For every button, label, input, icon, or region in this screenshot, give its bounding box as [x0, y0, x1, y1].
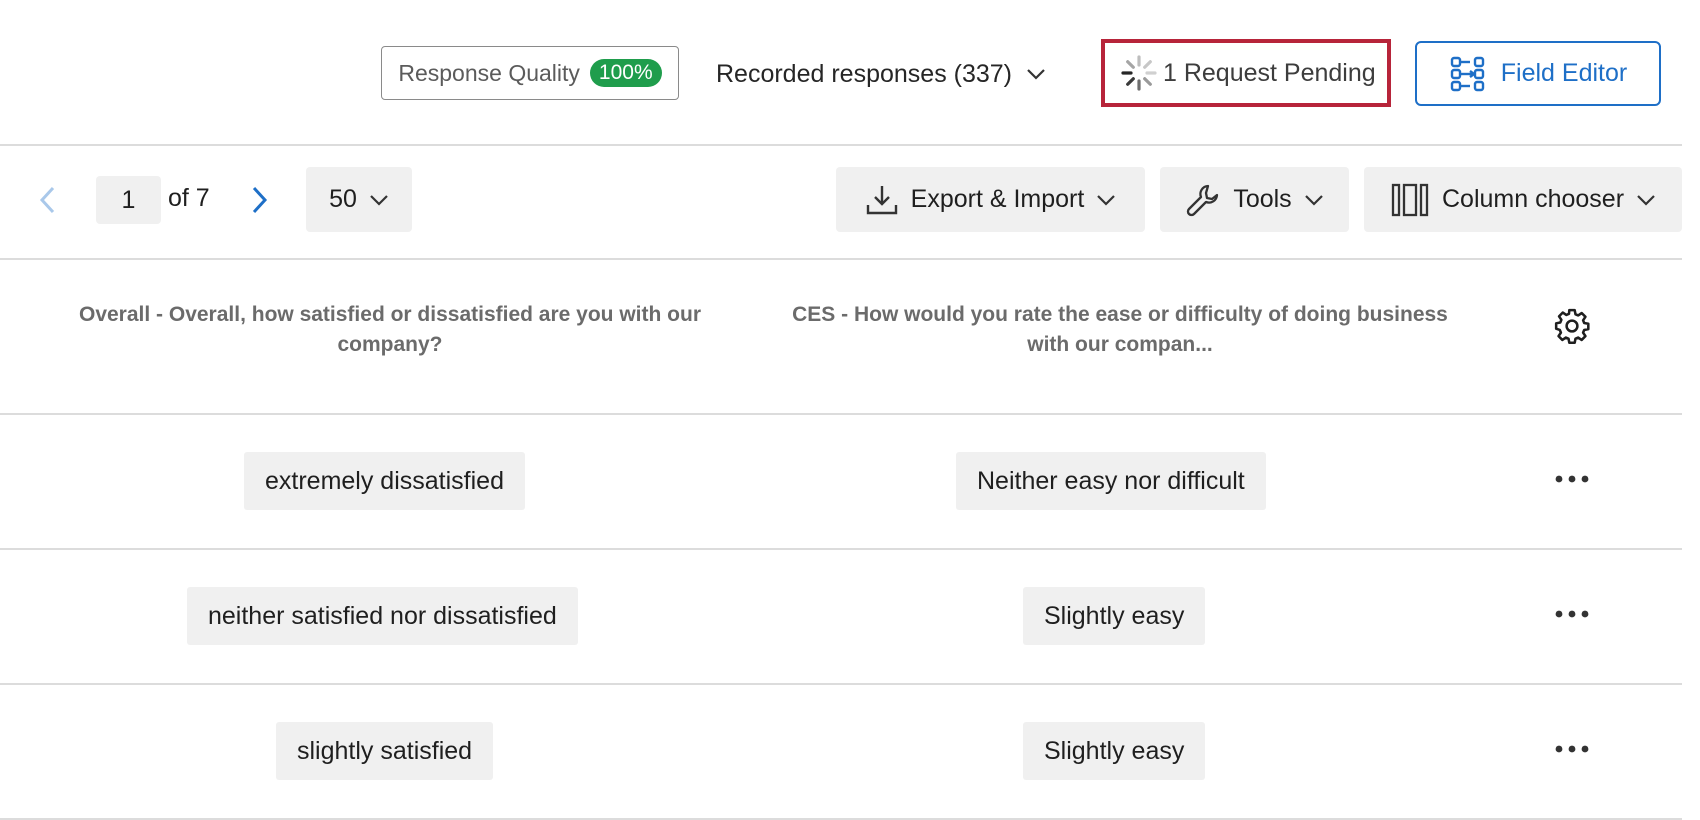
field-editor-label: Field Editor	[1500, 59, 1628, 87]
chevron-down-icon	[1637, 194, 1655, 206]
row-divider	[0, 818, 1682, 820]
tools-label: Tools	[1233, 185, 1292, 213]
request-pending-label: 1 Request Pending	[1163, 58, 1376, 87]
table-cell[interactable]: Neither easy nor difficult	[956, 452, 1266, 510]
row-actions-button[interactable]	[1552, 464, 1592, 494]
table-cell[interactable]: extremely dissatisfied	[244, 452, 525, 510]
column-chooser-button[interactable]: Column chooser	[1364, 167, 1682, 232]
wrench-icon	[1187, 184, 1219, 216]
loading-spinner-icon	[1121, 55, 1157, 91]
page-number-input[interactable]	[96, 176, 161, 224]
column-header-ces[interactable]: CES - How would you rate the ease or dif…	[770, 300, 1470, 360]
toolbar-divider	[0, 258, 1682, 260]
table-cell[interactable]: Slightly easy	[1023, 722, 1206, 780]
chevron-left-icon	[39, 186, 55, 214]
per-page-select[interactable]: 50	[306, 167, 412, 232]
response-quality-button[interactable]: Response Quality 100%	[381, 46, 679, 100]
table-cell[interactable]: Slightly easy	[1023, 587, 1206, 645]
row-divider	[0, 548, 1682, 550]
row-actions-button[interactable]	[1552, 599, 1592, 629]
page-count-label: of 7	[168, 184, 210, 212]
chevron-right-icon	[252, 186, 268, 214]
response-quality-badge: 100%	[589, 59, 662, 87]
column-header-overall[interactable]: Overall - Overall, how satisfied or diss…	[70, 300, 710, 360]
field-editor-icon	[1450, 56, 1484, 91]
chevron-down-icon	[1027, 69, 1045, 80]
row-actions-button[interactable]	[1552, 734, 1592, 764]
chevron-down-icon	[1097, 194, 1116, 206]
export-import-button[interactable]: Export & Import	[836, 167, 1145, 232]
more-horizontal-icon	[1555, 610, 1589, 618]
column-chooser-label: Column chooser	[1441, 185, 1625, 213]
table-settings-button[interactable]	[1552, 306, 1592, 346]
table-cell[interactable]: slightly satisfied	[276, 722, 494, 780]
header-divider	[0, 144, 1682, 146]
recorded-responses-dropdown[interactable]: Recorded responses (337)	[716, 54, 1046, 94]
header-row-divider	[0, 413, 1682, 415]
download-icon	[866, 185, 897, 214]
per-page-value: 50	[329, 185, 357, 213]
table-cell[interactable]: neither satisfied nor dissatisfied	[187, 587, 578, 645]
next-page-button[interactable]	[245, 180, 275, 220]
field-editor-button[interactable]: Field Editor	[1415, 41, 1661, 106]
more-horizontal-icon	[1555, 745, 1589, 753]
response-quality-label: Response Quality	[398, 59, 580, 86]
request-pending-indicator: 1 Request Pending	[1101, 39, 1391, 107]
more-horizontal-icon	[1555, 475, 1589, 483]
tools-button[interactable]: Tools	[1160, 167, 1349, 232]
row-divider	[0, 683, 1682, 685]
export-import-label: Export & Import	[910, 185, 1085, 213]
gear-icon	[1554, 308, 1590, 345]
chevron-down-icon	[370, 194, 388, 206]
columns-icon	[1391, 183, 1429, 216]
recorded-responses-label: Recorded responses (337)	[716, 59, 1012, 88]
chevron-down-icon	[1304, 194, 1323, 206]
previous-page-button[interactable]	[32, 180, 62, 220]
